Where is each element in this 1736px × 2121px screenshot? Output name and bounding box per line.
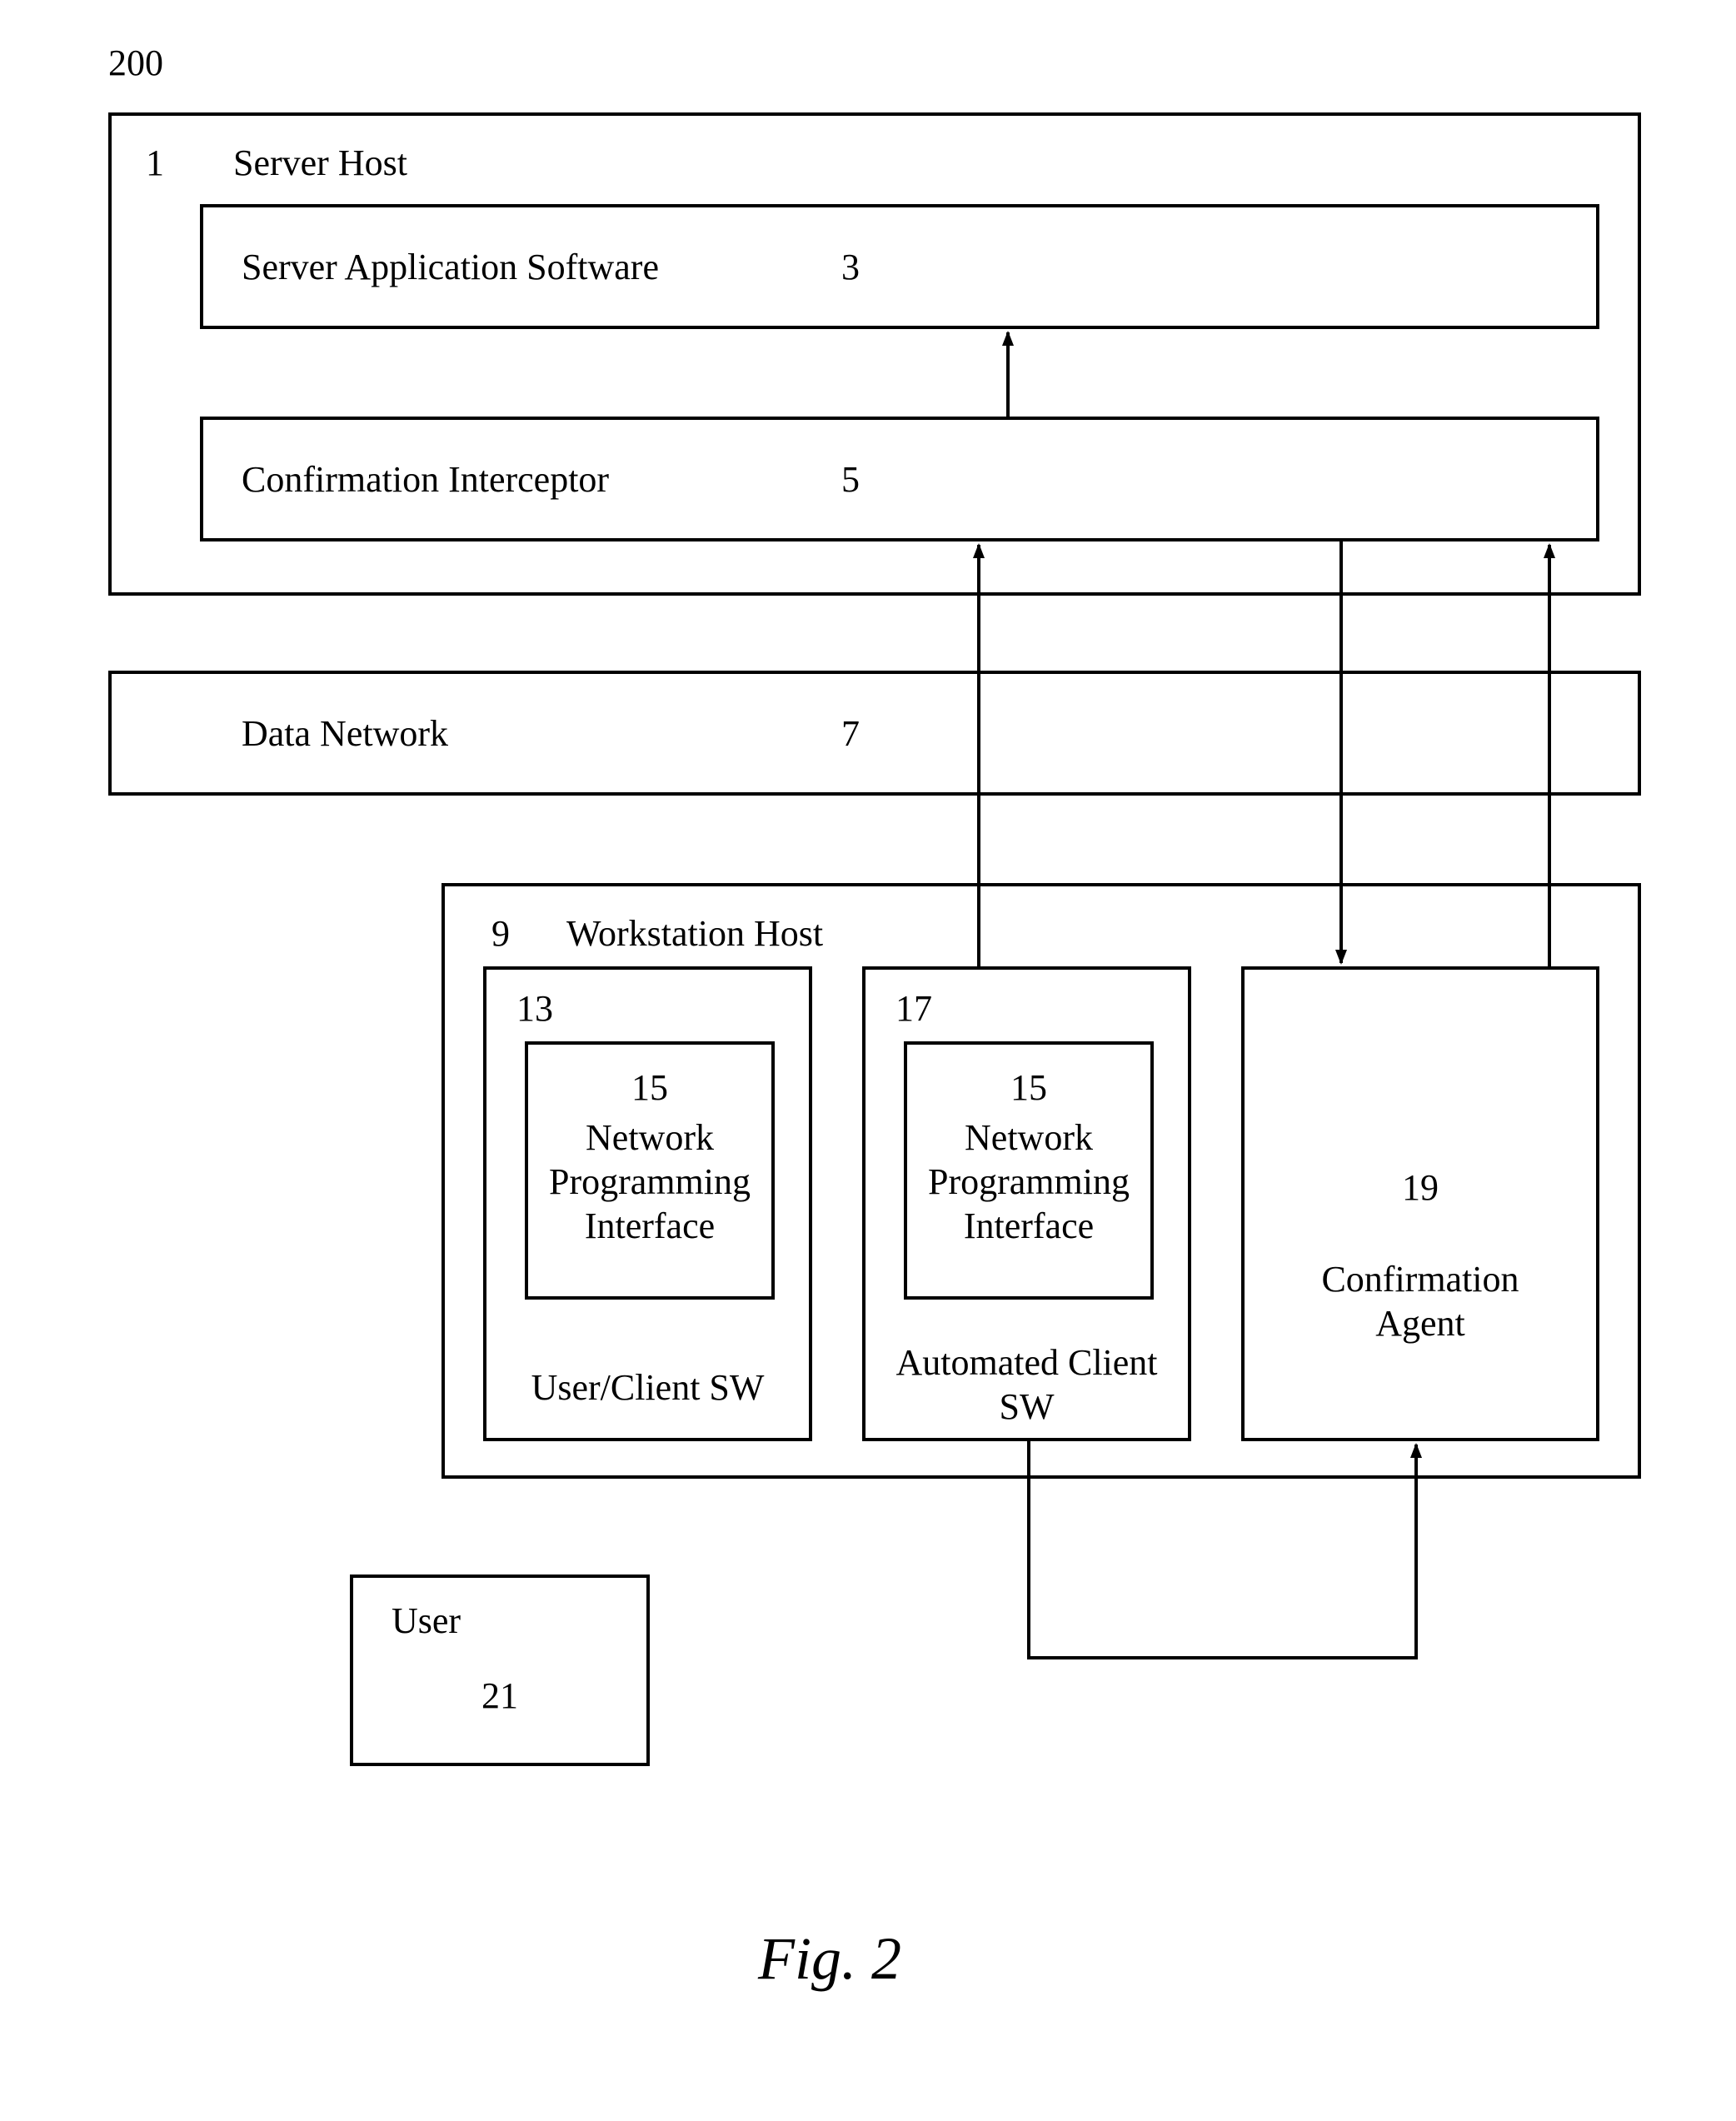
confirmation-agent-label: Confirmation Agent — [1241, 1258, 1599, 1346]
user-ref: 21 — [350, 1674, 650, 1719]
server-app-label: Server Application Software — [242, 246, 659, 290]
auto-client-npi-label: Network Programming Interface — [904, 1116, 1154, 1248]
auto-client-label: Automated Client SW — [862, 1341, 1191, 1430]
user-client-label: User/Client SW — [483, 1366, 812, 1410]
auto-client-npi-ref: 15 — [904, 1066, 1154, 1110]
confirmation-agent-ref: 19 — [1241, 1166, 1599, 1210]
figure-caption: Fig. 2 — [758, 1924, 901, 1994]
workstation-host-ref: 9 — [491, 912, 510, 956]
confirmation-interceptor-label: Confirmation Interceptor — [242, 458, 609, 502]
server-host-title: Server Host — [233, 142, 407, 186]
figure-number: 200 — [108, 42, 163, 86]
data-network-label: Data Network — [242, 712, 448, 756]
user-client-npi-ref: 15 — [525, 1066, 775, 1110]
user-label: User — [392, 1599, 461, 1644]
server-host-ref: 1 — [146, 142, 164, 186]
server-app-ref: 3 — [841, 246, 860, 290]
diagram-canvas: 200 1 Server Host Server Application Sof… — [0, 0, 1736, 2121]
workstation-host-title: Workstation Host — [566, 912, 823, 956]
user-client-npi-label: Network Programming Interface — [525, 1116, 775, 1248]
auto-client-ref: 17 — [895, 987, 932, 1031]
confirmation-interceptor-ref: 5 — [841, 458, 860, 502]
user-client-ref: 13 — [516, 987, 553, 1031]
data-network-ref: 7 — [841, 712, 860, 756]
